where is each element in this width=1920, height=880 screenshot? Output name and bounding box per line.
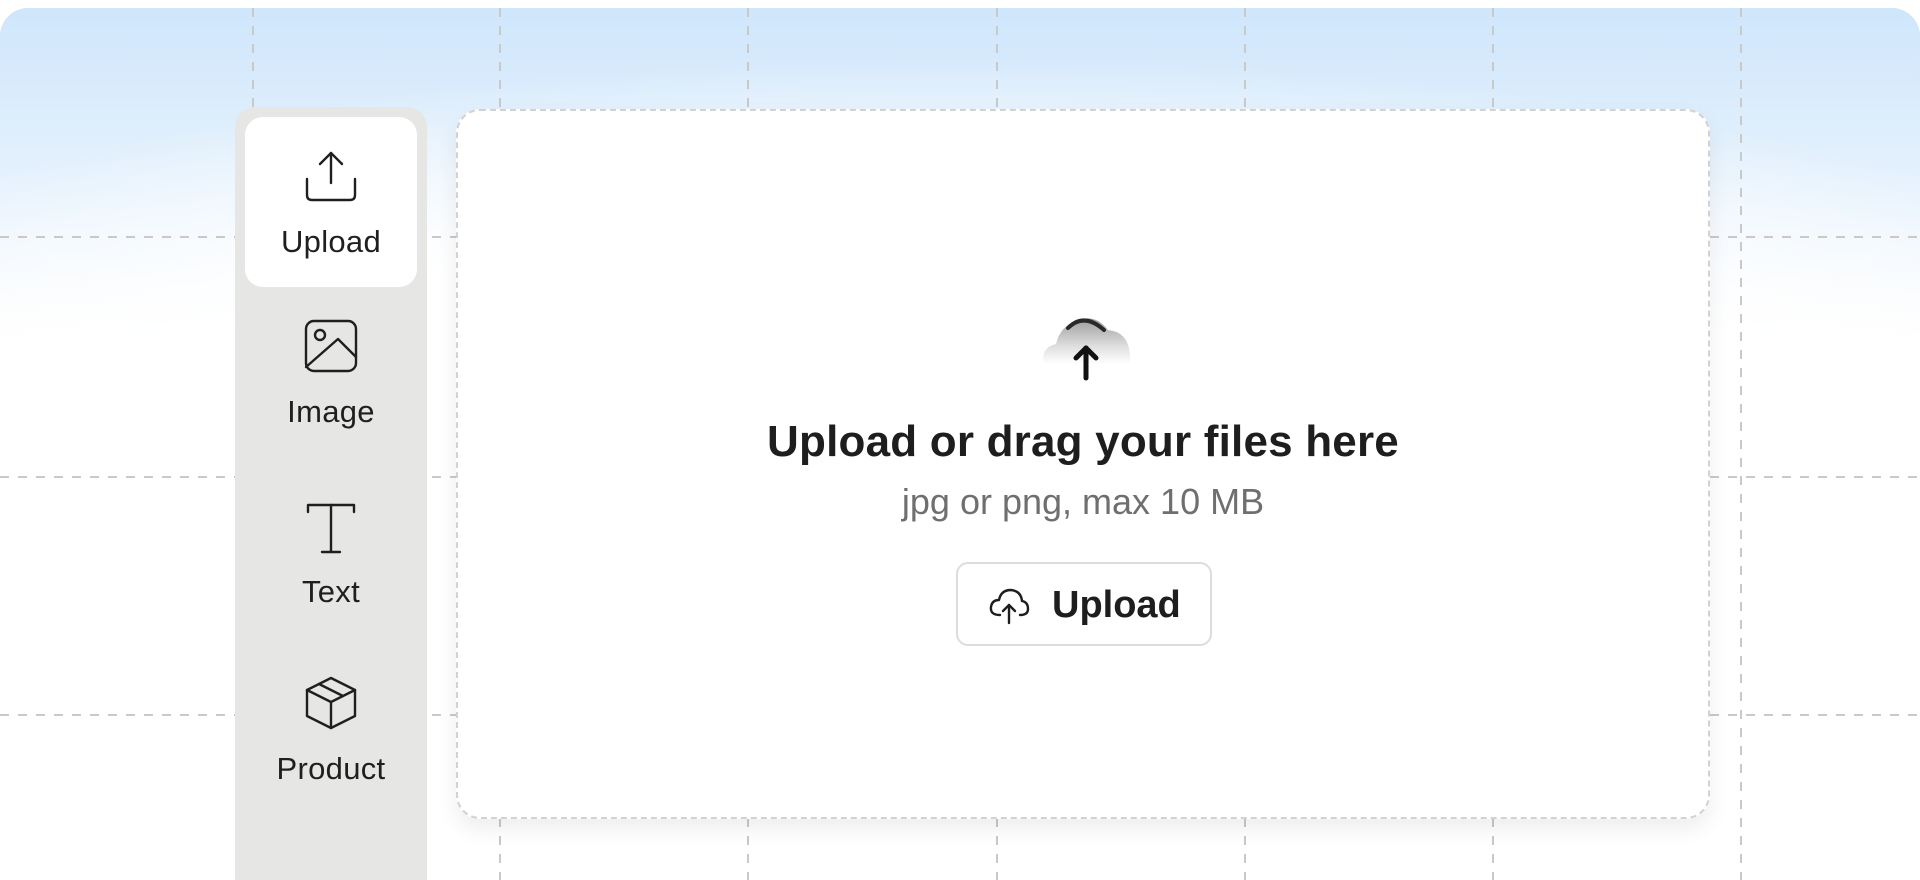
sidebar-item-upload[interactable]: Upload (245, 117, 417, 287)
sidebar-item-label: Text (301, 574, 361, 609)
cloud-upload-icon (1043, 318, 1130, 381)
drop-zone-title: Upload or drag your files here (767, 417, 1399, 466)
sidebar-item-label: Upload (280, 224, 382, 259)
sidebar-item-product[interactable]: Product (245, 644, 417, 814)
tool-sidebar: Upload Image Text Product (235, 107, 427, 880)
text-icon (306, 503, 356, 554)
page: Upload Image Text Product Upload or drag… (0, 0, 1920, 880)
image-icon (304, 319, 358, 373)
sidebar-item-text[interactable]: Text (245, 467, 417, 637)
editor-frame: Upload Image Text Product Upload or drag… (0, 8, 1920, 880)
upload-icon (305, 151, 357, 202)
cloud-upload-icon (989, 588, 1030, 625)
drop-zone-hint: jpg or png, max 10 MB (901, 481, 1265, 522)
sidebar-item-label: Image (287, 394, 375, 429)
sidebar-item-image[interactable]: Image (245, 287, 417, 457)
sidebar-item-label: Product (276, 751, 386, 786)
upload-button[interactable]: Upload (956, 562, 1212, 646)
box-icon (305, 676, 357, 730)
upload-button-label: Upload (1052, 584, 1181, 626)
file-drop-zone[interactable]: Upload or drag your files here jpg or pn… (456, 109, 1710, 819)
